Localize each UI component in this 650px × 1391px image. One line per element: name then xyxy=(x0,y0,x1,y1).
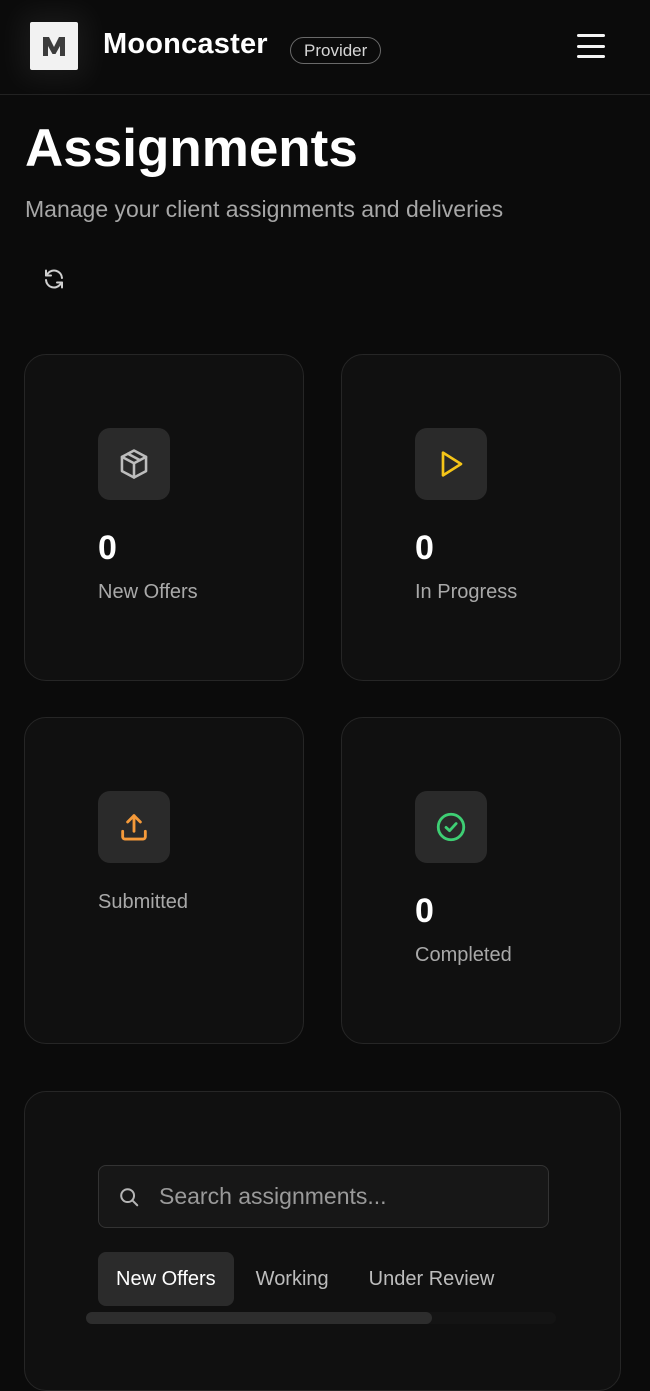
role-badge: Provider xyxy=(290,37,382,64)
stat-label: Submitted xyxy=(98,891,189,913)
top-bar: Mooncaster Provider xyxy=(0,0,650,95)
stat-icon-box xyxy=(98,791,170,863)
page-title: Assignments xyxy=(25,119,358,178)
assignments-panel: New Offers Working Under Review xyxy=(24,1091,621,1391)
check-circle-icon xyxy=(436,812,466,842)
search-input[interactable] xyxy=(159,1166,539,1227)
stat-card-submitted[interactable]: Submitted xyxy=(24,717,304,1044)
logo-m-icon xyxy=(43,37,65,56)
menu-line xyxy=(577,55,605,58)
tab-new-offers[interactable]: New Offers xyxy=(98,1252,234,1306)
stat-count: 0 xyxy=(98,529,117,567)
stat-label: New Offers xyxy=(98,581,198,603)
menu-line xyxy=(577,44,605,48)
search-icon xyxy=(120,1188,139,1207)
stat-card-in-progress[interactable]: 0 In Progress xyxy=(341,354,621,681)
stat-card-new-offers[interactable]: 0 New Offers xyxy=(24,354,304,681)
stat-label: Completed xyxy=(415,944,512,966)
stat-count: 0 xyxy=(415,529,434,567)
page-subtitle: Manage your client assignments and deliv… xyxy=(25,196,504,222)
stat-card-completed[interactable]: 0 Completed xyxy=(341,717,621,1044)
play-icon xyxy=(441,451,463,477)
stat-icon-box xyxy=(415,791,487,863)
stat-icon-box xyxy=(98,428,170,500)
tab-working[interactable]: Working xyxy=(238,1252,347,1306)
package-icon xyxy=(120,449,148,479)
scrollbar-thumb[interactable] xyxy=(86,1312,432,1324)
tab-under-review[interactable]: Under Review xyxy=(351,1252,513,1306)
upload-icon xyxy=(121,814,147,841)
brand-name: Mooncaster xyxy=(103,28,268,60)
hamburger-menu-button[interactable] xyxy=(572,30,610,62)
refresh-button[interactable] xyxy=(39,264,69,294)
tabs-scrollbar[interactable] xyxy=(86,1312,556,1324)
stat-count: 0 xyxy=(415,892,434,930)
assignment-tabs: New Offers Working Under Review xyxy=(98,1252,512,1306)
refresh-icon xyxy=(45,269,63,289)
stat-icon-box xyxy=(415,428,487,500)
stat-label: In Progress xyxy=(415,581,518,603)
menu-line xyxy=(577,34,605,37)
search-box[interactable] xyxy=(98,1165,549,1228)
brand-logo[interactable] xyxy=(30,22,78,70)
